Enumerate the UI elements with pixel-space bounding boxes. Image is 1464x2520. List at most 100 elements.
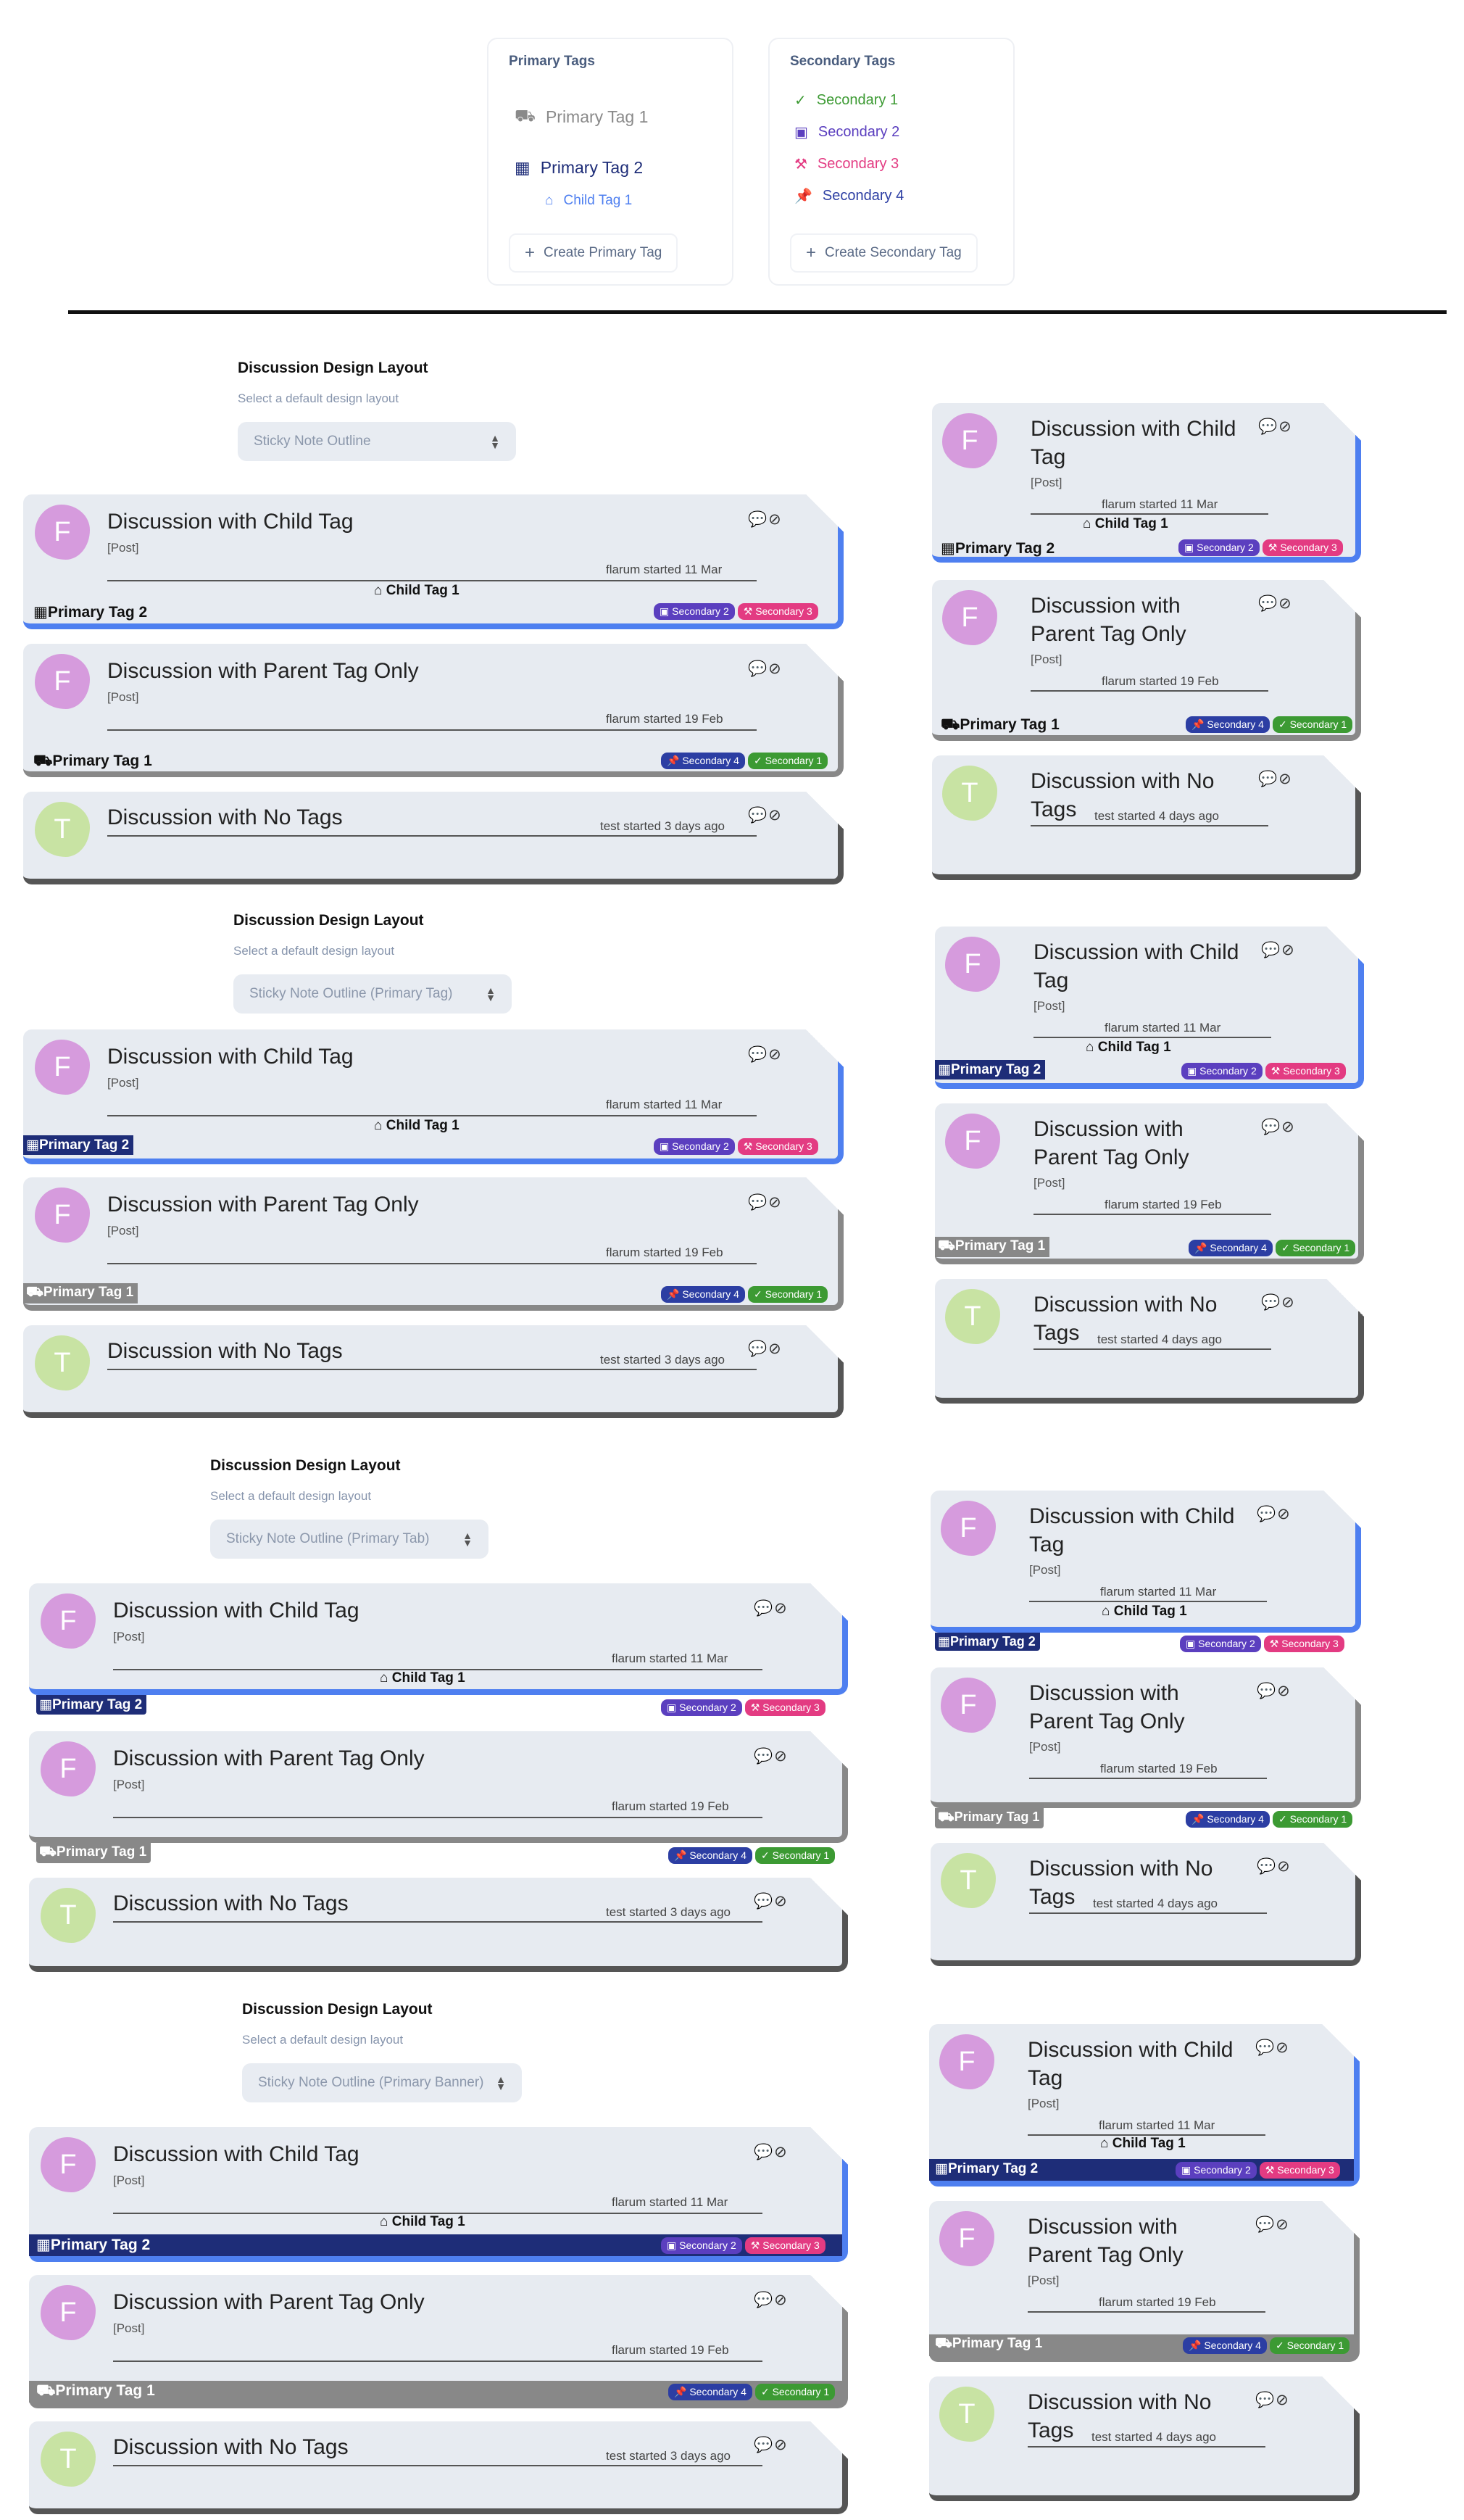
discussion-title[interactable]: Discussion with Parent Tag Only <box>107 1190 419 1219</box>
primary-tag-item[interactable]: ⛟ Primary Tag 1 <box>515 106 648 128</box>
discussion-card[interactable]: F Discussion with Child Tag [Post] 💬⊘ fl… <box>23 1028 844 1164</box>
primary-tag-tab[interactable]: ▦Primary Tag 2 <box>36 1695 147 1715</box>
secondary-badge[interactable]: 📌 Secondary 4 <box>661 1286 745 1303</box>
discussion-title[interactable]: Discussion with Child Tag <box>1028 2036 1274 2092</box>
secondary-badge[interactable]: 📌 Secondary 4 <box>1186 716 1270 733</box>
discussion-card[interactable]: T Discussion with No Tags 💬⊘ test started… <box>929 2375 1360 2501</box>
secondary-badge[interactable]: ✓ Secondary 1 <box>747 1286 828 1303</box>
discussion-card[interactable]: T Discussion with No Tags 💬⊘ test starte… <box>23 790 844 884</box>
discussion-card[interactable]: F Discussion with Parent Tag Only [Post]… <box>23 642 844 777</box>
secondary-badge[interactable]: ⚒ Secondary 3 <box>1263 1636 1344 1652</box>
primary-tag-label[interactable]: ▦Primary Tag 2 <box>932 2159 1042 2179</box>
secondary-badge[interactable]: 📌 Secondary 4 <box>668 1847 752 1864</box>
discussion-title[interactable]: Discussion with Parent Tag Only <box>113 1744 425 1773</box>
secondary-badge[interactable]: 📌 Secondary 4 <box>1183 2337 1267 2354</box>
discussion-title[interactable]: Discussion with Child Tag <box>1033 938 1280 995</box>
secondary-badge[interactable]: ▣ Secondary 2 <box>661 1699 742 1716</box>
secondary-badge[interactable]: ⚒ Secondary 3 <box>1259 2162 1340 2179</box>
secondary-badge[interactable]: ✓ Secondary 1 <box>1272 1811 1353 1828</box>
create-secondary-tag-button[interactable]: + Create Secondary Tag <box>790 233 978 273</box>
discussion-card[interactable]: T Discussion with No Tags 💬⊘ test starte… <box>29 2420 848 2514</box>
discussion-card[interactable]: F Discussion with Child Tag [Post] 💬⊘ fl… <box>29 1582 848 1695</box>
discussion-title[interactable]: Discussion with No Tags <box>107 803 343 832</box>
discussion-card[interactable]: F Discussion with Parent Tag Only [Post] … <box>932 579 1361 741</box>
secondary-badge[interactable]: ⚒ Secondary 3 <box>1262 539 1343 556</box>
discussion-card[interactable]: F Discussion with Parent Tag Only [Post] … <box>929 2200 1360 2362</box>
discussion-title[interactable]: Discussion with Child Tag <box>1031 415 1277 471</box>
secondary-tag-item[interactable]: 📌 Secondary 4 <box>794 187 904 205</box>
secondary-badge[interactable]: ⚒ Secondary 3 <box>1265 1063 1346 1079</box>
primary-tag-label[interactable]: ▦Primary Tag 2 <box>33 2234 154 2255</box>
layout-select[interactable]: Sticky Note Outline (Primary Tag) ▲ ▼ <box>233 974 512 1014</box>
secondary-badge[interactable]: ▣ Secondary 2 <box>1176 2162 1257 2179</box>
discussion-card[interactable]: T Discussion with No Tags 💬⊘ test started… <box>935 1277 1364 1404</box>
discussion-title[interactable]: Discussion with No Tags <box>113 1889 349 1918</box>
secondary-badge[interactable]: ▣ Secondary 2 <box>654 603 735 620</box>
discussion-card[interactable]: T Discussion with No Tags 💬⊘ test starte… <box>29 1876 848 1972</box>
discussion-card[interactable]: F Discussion with Child Tag [Post] 💬⊘ fla… <box>932 402 1361 563</box>
secondary-badge[interactable]: ▣ Secondary 2 <box>654 1138 735 1155</box>
discussion-card[interactable]: F Discussion with Child Tag [Post] 💬⊘ fl… <box>23 493 844 629</box>
secondary-badge[interactable]: ✓ Secondary 1 <box>747 753 828 769</box>
secondary-badge[interactable]: 📌 Secondary 4 <box>1189 1240 1273 1256</box>
primary-tag-tab[interactable]: ⛟Primary Tag 1 <box>935 1808 1044 1828</box>
discussion-title[interactable]: Discussion with No Tags <box>107 1337 343 1365</box>
discussion-title[interactable]: Discussion with Parent Tag Only <box>113 2288 425 2316</box>
discussion-title[interactable]: Discussion with Parent Tag Only <box>1031 592 1277 648</box>
discussion-card[interactable]: F Discussion with Child Tag [Post] 💬⊘ fla… <box>931 1489 1361 1633</box>
secondary-badge[interactable]: 📌 Secondary 4 <box>668 2384 752 2400</box>
create-primary-tag-button[interactable]: + Create Primary Tag <box>509 233 678 273</box>
discussion-title[interactable]: Discussion with Child Tag <box>107 1043 354 1071</box>
layout-select[interactable]: Sticky Note Outline (Primary Tab) ▲ ▼ <box>210 1520 488 1559</box>
primary-tag-label[interactable]: ▦Primary Tag 2 <box>23 1135 134 1155</box>
secondary-badge[interactable]: 📌 Secondary 4 <box>1186 1811 1270 1828</box>
primary-tag-label[interactable]: ▦Primary Tag 2 <box>30 602 151 623</box>
discussion-title[interactable]: Discussion with Child Tag <box>1029 1502 1276 1559</box>
discussion-card[interactable]: T Discussion with No Tags 💬⊘ test started… <box>931 1841 1361 1966</box>
secondary-badge[interactable]: ⚒ Secondary 3 <box>737 1138 818 1155</box>
discussion-card[interactable]: F Discussion with Parent Tag Only [Post] … <box>935 1102 1364 1264</box>
discussion-title[interactable]: Discussion with Child Tag <box>113 2140 359 2168</box>
layout-select[interactable]: Sticky Note Outline ▲ ▼ <box>238 422 516 461</box>
secondary-badge[interactable]: ▣ Secondary 2 <box>1178 539 1260 556</box>
secondary-badge[interactable]: ▣ Secondary 2 <box>1181 1063 1263 1079</box>
primary-tag-label[interactable]: ⛟Primary Tag 1 <box>938 715 1064 737</box>
primary-tag-tab[interactable]: ▦Primary Tag 2 <box>935 1633 1040 1651</box>
primary-tag-label[interactable]: ⛟Primary Tag 1 <box>932 2334 1047 2355</box>
discussion-card[interactable]: F Discussion with Parent Tag Only [Post]… <box>29 2274 848 2408</box>
primary-tag-label[interactable]: ▦Primary Tag 2 <box>935 1060 1046 1079</box>
discussion-title[interactable]: Discussion with Child Tag <box>107 507 354 536</box>
secondary-badge[interactable]: ⚒ Secondary 3 <box>737 603 818 620</box>
discussion-card[interactable]: F Discussion with Child Tag [Post] 💬⊘ fl… <box>29 2126 848 2262</box>
discussion-title[interactable]: Discussion with Parent Tag Only <box>107 657 419 685</box>
primary-tag-item[interactable]: ▦ Primary Tag 2 <box>515 158 643 178</box>
secondary-badge[interactable]: ⚒ Secondary 3 <box>744 2237 825 2254</box>
child-tag-item[interactable]: ⌂ Child Tag 1 <box>545 193 632 209</box>
primary-tag-label[interactable]: ⛟Primary Tag 1 <box>23 1283 138 1303</box>
secondary-badge[interactable]: ⚒ Secondary 3 <box>744 1699 825 1716</box>
secondary-tag-item[interactable]: ⚒ Secondary 3 <box>794 155 899 173</box>
discussion-title[interactable]: Discussion with Parent Tag Only <box>1033 1115 1280 1172</box>
discussion-card[interactable]: F Discussion with Parent Tag Only [Post] … <box>931 1666 1361 1808</box>
secondary-badge[interactable]: ✓ Secondary 1 <box>754 2384 836 2400</box>
discussion-card[interactable]: T Discussion with No Tags 💬⊘ test started… <box>932 754 1361 880</box>
secondary-badge[interactable]: ✓ Secondary 1 <box>1272 716 1353 733</box>
layout-select[interactable]: Sticky Note Outline (Primary Banner) ▲ ▼ <box>242 2063 522 2102</box>
secondary-badge[interactable]: 📌 Secondary 4 <box>661 753 745 769</box>
discussion-title[interactable]: Discussion with Parent Tag Only <box>1028 2213 1274 2269</box>
discussion-title[interactable]: Discussion with Child Tag <box>113 1596 359 1625</box>
discussion-card[interactable]: F Discussion with Parent Tag Only [Post]… <box>23 1176 844 1311</box>
secondary-badge[interactable]: ✓ Secondary 1 <box>1269 2337 1350 2354</box>
discussion-title[interactable]: Discussion with No Tags <box>113 2433 349 2461</box>
discussion-title[interactable]: Discussion with Parent Tag Only <box>1029 1679 1276 1736</box>
discussion-card[interactable]: F Discussion with Child Tag [Post] 💬⊘ fla… <box>935 925 1364 1089</box>
discussion-card[interactable]: T Discussion with No Tags 💬⊘ test starte… <box>23 1324 844 1418</box>
secondary-tag-item[interactable]: ✓ Secondary 1 <box>794 91 898 109</box>
discussion-card[interactable]: F Discussion with Parent Tag Only [Post]… <box>29 1730 848 1843</box>
primary-tag-label[interactable]: ▦Primary Tag 2 <box>938 538 1059 559</box>
primary-tag-tab[interactable]: ⛟Primary Tag 1 <box>36 1843 151 1863</box>
secondary-badge[interactable]: ✓ Secondary 1 <box>754 1847 836 1864</box>
secondary-tag-item[interactable]: ▣ Secondary 2 <box>794 123 899 141</box>
secondary-badge[interactable]: ▣ Secondary 2 <box>661 2237 742 2254</box>
primary-tag-label[interactable]: ⛟Primary Tag 1 <box>33 2381 159 2403</box>
